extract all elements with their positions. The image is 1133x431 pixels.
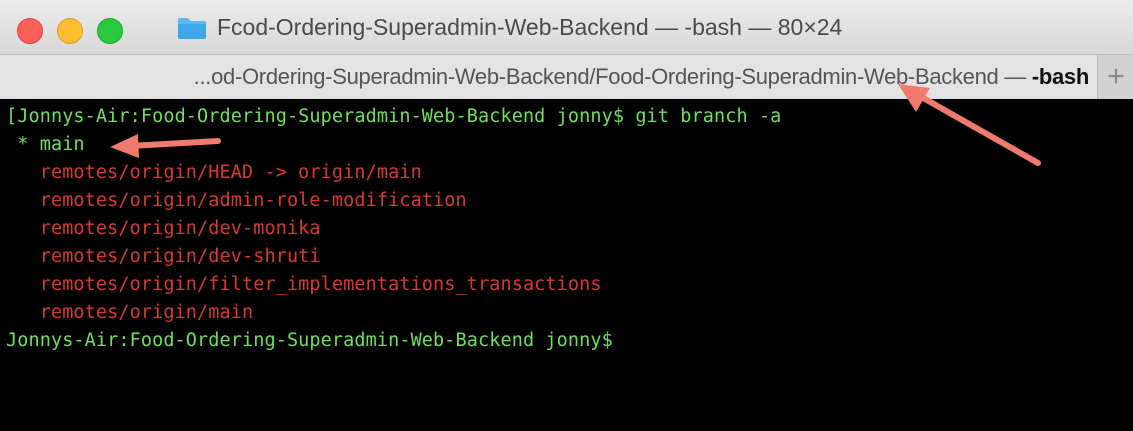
tab-bash[interactable]: ...od-Ordering-Superadmin-Web-Backend/Fo…	[0, 55, 1098, 99]
window-title: Fcod-Ordering-Superadmin-Web-Backend — -…	[217, 14, 843, 40]
zoom-button[interactable]	[97, 18, 123, 44]
tab-title: ...od-Ordering-Superadmin-Web-Backend/Fo…	[193, 64, 1090, 90]
folder-icon	[178, 18, 206, 39]
remote-branch-line: remotes/origin/dev-monika	[6, 218, 321, 239]
window-titlebar: Fcod-Ordering-Superadmin-Web-Backend — -…	[0, 0, 1133, 54]
remote-branch-line: remotes/origin/admin-role-modification	[6, 190, 467, 211]
remote-branch-line: remotes/origin/dev-shruti	[6, 246, 321, 267]
current-branch-line: * main	[6, 134, 85, 155]
terminal-output[interactable]: [Jonnys-Air:Food-Ordering-Superadmin-Web…	[0, 99, 1133, 431]
close-button[interactable]	[17, 18, 43, 44]
minimize-button[interactable]	[57, 18, 83, 44]
tab-title-path: ...od-Ordering-Superadmin-Web-Backend/Fo…	[193, 64, 1032, 89]
remote-branch-line: remotes/origin/main	[6, 302, 254, 323]
remote-branch-line: remotes/origin/filter_implementations_tr…	[6, 274, 602, 295]
prompt-line: Jonnys-Air:Food-Ordering-Superadmin-Web-…	[6, 330, 613, 351]
tab-title-process: -bash	[1031, 64, 1089, 89]
new-tab-button[interactable]: +	[1101, 59, 1131, 95]
tab-bar: ...od-Ordering-Superadmin-Web-Backend/Fo…	[0, 54, 1133, 100]
remote-branch-line: remotes/origin/HEAD -> origin/main	[6, 162, 422, 183]
command-line: [Jonnys-Air:Food-Ordering-Superadmin-Web…	[6, 106, 782, 127]
